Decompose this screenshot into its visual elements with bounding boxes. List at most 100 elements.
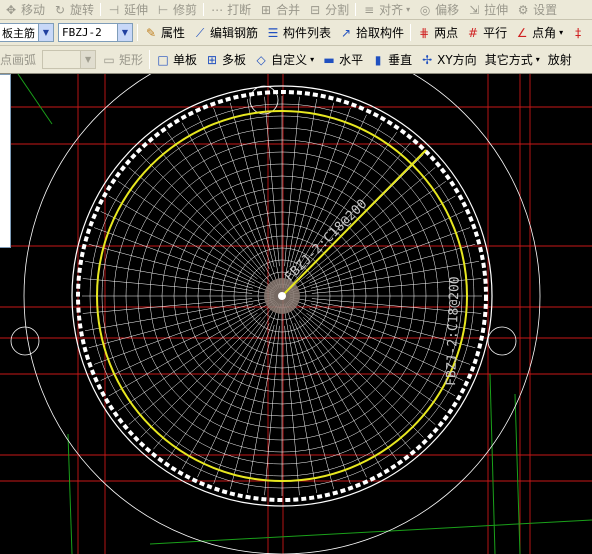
toolbar-separator bbox=[137, 23, 138, 42]
axis-bubble-left bbox=[10, 326, 40, 356]
radial-rebar bbox=[197, 323, 270, 478]
radial-rebar bbox=[213, 107, 280, 289]
radial-rebar bbox=[84, 297, 275, 331]
radial-rebar bbox=[285, 302, 383, 470]
vertical-icon: ▮ bbox=[374, 52, 382, 67]
merge-icon: ⊞ bbox=[261, 2, 272, 17]
properties-button[interactable]: ✎ 属性 bbox=[140, 20, 189, 45]
toolbar-separator bbox=[355, 2, 357, 17]
radial-rebar bbox=[284, 96, 300, 267]
arc-select[interactable]: ▼ bbox=[42, 50, 97, 69]
radial-rebar bbox=[247, 98, 281, 289]
other-methods-button[interactable]: 其它方式 ▾ bbox=[481, 46, 544, 73]
move-icon: ✥ bbox=[5, 2, 17, 17]
vertical-button[interactable]: ▮ 垂直 bbox=[367, 46, 416, 73]
chevron-down-icon: ▼ bbox=[117, 24, 132, 41]
horizontal-button[interactable]: ▬ 水平 bbox=[318, 46, 367, 73]
chevron-down-icon: ▾ bbox=[535, 55, 540, 64]
radial-rebar bbox=[181, 302, 279, 470]
break-icon: ⋯ bbox=[211, 2, 224, 17]
axis-grid-lines bbox=[0, 74, 592, 554]
radial-rebar bbox=[294, 323, 367, 478]
break-button[interactable]: ⋯ 打断 bbox=[206, 0, 255, 19]
more-axis-button[interactable]: ‡ bbox=[567, 20, 589, 45]
merge-button[interactable]: ⊞ 合并 bbox=[255, 0, 304, 19]
radial-rebar bbox=[118, 313, 258, 411]
pick-icon: ↗ bbox=[341, 25, 352, 40]
radial-rebar bbox=[264, 96, 280, 267]
offset-button[interactable]: ◎ 偏移 bbox=[414, 0, 463, 19]
list-icon: ☰ bbox=[267, 25, 279, 40]
component-select[interactable]: FBZJ-2 ▼ bbox=[58, 23, 133, 42]
stretch-button[interactable]: ⇲ 拉伸 bbox=[463, 0, 512, 19]
radial-rebar bbox=[303, 317, 424, 438]
radial-button[interactable]: 放射 bbox=[544, 46, 576, 73]
ring-rebar-label[interactable]: FBZJ-2:C18@200 bbox=[444, 276, 463, 386]
rectangle-icon: ▭ bbox=[103, 52, 115, 67]
radial-rebar-label[interactable]: FBZJ-2:C18@200 bbox=[282, 197, 370, 285]
point-arc-button[interactable]: 点画弧 bbox=[0, 46, 40, 73]
stretch-icon: ⇲ bbox=[469, 2, 480, 17]
axis-bubble-right bbox=[487, 326, 517, 356]
radial-rebar bbox=[284, 325, 300, 496]
settings-button[interactable]: ⚙ 设置 bbox=[512, 0, 561, 19]
radial-rebar bbox=[306, 313, 446, 411]
split-icon: ⊟ bbox=[310, 2, 321, 17]
single-board-icon: □ bbox=[157, 52, 169, 67]
modify-toolbar: ✥ 移动 ↻ 旋转 ⊣ 延伸 ⊢ 修剪 ⋯ 打断 ⊞ 合并 ⊟ 分割 ≡ 对齐 ▾ ◎ 偏移 ⇲ 拉伸… bbox=[0, 0, 592, 20]
draw-toolbar: 点画弧 ▼ ▭ 矩形 □ 单板 ⊞ 多板 ◇ 自定义 ▾ ▬ 水平 ▮ 垂直 ✢ XY方向 其它… bbox=[0, 46, 592, 74]
component-toolbar: 板主筋 ▼ FBZJ-2 ▼ ✎ 属性 ⟋ 编辑钢筋 ☰ 构件列表 ↗ 拾取构件 ⋕ 两点… bbox=[0, 20, 592, 46]
edit-rebar-button[interactable]: ⟋ 编辑钢筋 bbox=[189, 20, 262, 45]
radial-rebar bbox=[167, 320, 265, 460]
point-angle-button[interactable]: ∠ 点角 ▾ bbox=[511, 20, 567, 45]
move-button[interactable]: ✥ 移动 bbox=[0, 0, 49, 19]
wall-line bbox=[149, 519, 592, 545]
extend-button[interactable]: ⊣ 延伸 bbox=[103, 0, 152, 19]
single-board-button[interactable]: □ 单板 bbox=[152, 46, 201, 73]
rectangle-button[interactable]: ▭ 矩形 bbox=[98, 46, 147, 73]
trim-button[interactable]: ⊢ 修剪 bbox=[152, 0, 201, 19]
radial-rebar bbox=[128, 300, 277, 425]
drawing-canvas[interactable]: FBZJ-2:C18@200 FBZJ-2:C18@200 bbox=[0, 74, 592, 554]
extend-icon: ⊣ bbox=[108, 2, 120, 17]
multi-board-button[interactable]: ⊞ 多板 bbox=[201, 46, 250, 73]
radial-rebar bbox=[93, 227, 275, 294]
align-button[interactable]: ≡ 对齐 ▾ bbox=[358, 0, 414, 19]
parallel-icon: # bbox=[468, 25, 479, 40]
axis-icon: ‡ bbox=[575, 25, 582, 40]
category-select[interactable]: 板主筋 ▼ bbox=[0, 23, 54, 42]
align-icon: ≡ bbox=[364, 2, 375, 17]
radial-rebar bbox=[264, 325, 280, 496]
radial-rebar bbox=[286, 301, 411, 450]
radial-rebar bbox=[287, 167, 436, 292]
radial-rebar bbox=[118, 181, 258, 279]
split-button[interactable]: ⊟ 分割 bbox=[304, 0, 353, 19]
radial-rebar bbox=[100, 211, 255, 284]
toolbar-separator bbox=[149, 50, 151, 69]
rotate-button[interactable]: ↻ 旋转 bbox=[49, 0, 98, 19]
radial-rebar bbox=[289, 298, 471, 365]
parallel-button[interactable]: # 平行 bbox=[462, 20, 511, 45]
chevron-down-icon: ▾ bbox=[310, 55, 315, 64]
toolbar-separator bbox=[100, 2, 102, 17]
two-points-button[interactable]: ⋕ 两点 bbox=[413, 20, 462, 45]
radial-rebar bbox=[108, 195, 276, 293]
chevron-down-icon: ▾ bbox=[559, 28, 564, 37]
radial-rebar bbox=[287, 300, 436, 425]
cad-drawing: FBZJ-2:C18@200 FBZJ-2:C18@200 bbox=[0, 74, 592, 554]
radial-rebar bbox=[140, 154, 261, 275]
rotate-icon: ↻ bbox=[54, 2, 66, 17]
radial-rebar bbox=[82, 298, 253, 314]
component-list-button[interactable]: ☰ 构件列表 bbox=[262, 20, 335, 45]
pick-component-button[interactable]: ↗ 拾取构件 bbox=[335, 20, 408, 45]
chevron-down-icon: ▼ bbox=[80, 51, 96, 68]
trim-icon: ⊢ bbox=[157, 2, 169, 17]
radial-rebar bbox=[108, 299, 276, 397]
custom-button[interactable]: ◇ 自定义 ▾ bbox=[250, 46, 318, 73]
radial-rebar bbox=[299, 320, 397, 460]
offset-icon: ◎ bbox=[419, 2, 431, 17]
radial-rebar bbox=[82, 278, 253, 294]
radial-rebar bbox=[284, 303, 351, 485]
xy-direction-button[interactable]: ✢ XY方向 bbox=[416, 46, 481, 73]
two-points-icon: ⋕ bbox=[419, 25, 430, 40]
